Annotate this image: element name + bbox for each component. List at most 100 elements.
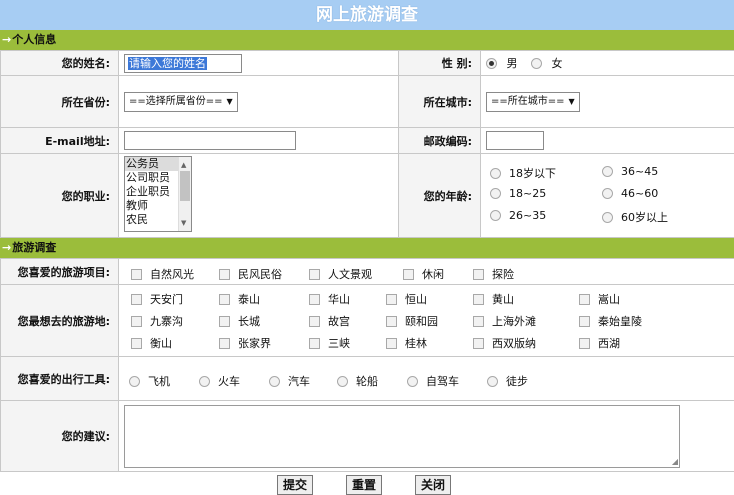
suggest-label: 您的建议: — [0, 400, 119, 472]
section-travel-label: 旅游调查 — [12, 241, 57, 254]
dest-option-label: 衡山 — [150, 336, 172, 350]
age-option-label: 18岁以下 — [509, 166, 556, 180]
scroll-down-icon[interactable]: ▼ — [181, 216, 186, 230]
dest-checkbox[interactable] — [219, 293, 230, 305]
gender-female-label: 女 — [551, 57, 563, 70]
dest-checkbox[interactable] — [131, 293, 142, 305]
province-select[interactable]: ==选择所属省份== ▼ — [124, 91, 238, 112]
transport-option-label: 火车 — [218, 374, 240, 388]
dest-option-label: 天安门 — [150, 292, 183, 306]
dest-checkbox[interactable] — [579, 293, 590, 305]
dest-checkbox[interactable] — [131, 315, 142, 327]
name-label: 您的姓名: — [0, 50, 119, 76]
email-label: E-mail地址: — [0, 127, 119, 154]
project-checkbox[interactable] — [131, 268, 142, 280]
age-radio[interactable] — [490, 167, 501, 179]
city-select[interactable]: ==所在城市== ▼ — [486, 91, 580, 112]
age-radio[interactable] — [490, 209, 501, 221]
dest-option-label: 颐和园 — [405, 314, 438, 328]
transport-label: 您喜爱的出行工具: — [0, 356, 119, 401]
project-label: 您喜爱的旅游项目: — [0, 258, 119, 285]
arrow-right-icon: → — [2, 241, 12, 254]
project-checkbox[interactable] — [473, 268, 484, 280]
dest-label: 您最想去的旅游地: — [0, 284, 119, 357]
gender-label: 性 别: — [398, 50, 481, 76]
dest-option-label: 三峡 — [328, 336, 350, 350]
dest-checkbox[interactable] — [309, 315, 320, 327]
dest-checkbox[interactable] — [309, 337, 320, 349]
dest-option-label: 长城 — [238, 314, 260, 328]
transport-radio[interactable] — [337, 375, 348, 387]
gender-female-radio[interactable] — [531, 58, 542, 69]
transport-option-label: 徒步 — [506, 374, 528, 388]
age-radio[interactable] — [602, 165, 613, 177]
zip-label: 邮政编码: — [398, 127, 481, 154]
project-checkbox[interactable] — [403, 268, 414, 280]
age-radio[interactable] — [602, 211, 613, 223]
dest-checkbox[interactable] — [473, 293, 484, 305]
suggestion-textarea[interactable]: ◢ — [124, 404, 680, 468]
dest-checkbox[interactable] — [579, 315, 590, 327]
name-input[interactable]: 请输入您的姓名 — [124, 53, 242, 73]
project-option-label: 休闲 — [422, 267, 444, 281]
dest-checkbox[interactable] — [386, 337, 397, 349]
reset-button[interactable]: 重置 — [346, 475, 382, 495]
transport-option-label: 汽车 — [288, 374, 310, 388]
project-options: 自然风光 民风民俗 人文景观 休闲 探险 — [124, 261, 734, 283]
transport-option-label: 轮船 — [356, 374, 378, 388]
dest-checkbox[interactable] — [579, 337, 590, 349]
dest-checkbox[interactable] — [219, 315, 230, 327]
transport-radio[interactable] — [269, 375, 280, 387]
dest-checkbox[interactable] — [386, 315, 397, 327]
personal-info-table: 您的姓名: 请输入您的姓名 性 别: 男 女 所在省份: ==选择所属省份== ▼… — [0, 50, 734, 238]
page-title-bar: 网上旅游调查 — [0, 0, 734, 30]
section-personal-label: 个人信息 — [12, 33, 57, 46]
email-input[interactable] — [124, 131, 296, 150]
dest-option-label: 恒山 — [405, 292, 427, 306]
close-button[interactable]: 关闭 — [415, 475, 451, 495]
resize-grip-icon[interactable]: ◢ — [672, 457, 678, 466]
project-option-label: 探险 — [492, 267, 514, 281]
dest-option-label: 上海外滩 — [492, 314, 536, 328]
gender-male-radio[interactable] — [486, 58, 497, 69]
project-checkbox[interactable] — [309, 268, 320, 280]
project-option-label: 民风民俗 — [238, 267, 282, 281]
transport-radio[interactable] — [407, 375, 418, 387]
dest-option-label: 西双版纳 — [492, 336, 536, 350]
dest-option-label: 黄山 — [492, 292, 514, 306]
age-radio[interactable] — [602, 187, 613, 199]
age-option-label: 46~60 — [621, 186, 659, 200]
dest-checkbox[interactable] — [473, 337, 484, 349]
dest-option-label: 张家界 — [238, 336, 271, 350]
age-label: 您的年龄: — [398, 153, 481, 238]
age-option-label: 18~25 — [509, 186, 547, 200]
name-input-value: 请输入您的姓名 — [128, 56, 207, 70]
transport-option-label: 飞机 — [148, 374, 170, 388]
transport-radio[interactable] — [129, 375, 140, 387]
age-option-label: 26~35 — [509, 208, 547, 222]
job-listbox[interactable]: 公务员 公司职员 企业职员 教师 农民 ▲ ▼ — [124, 156, 192, 232]
dest-checkbox[interactable] — [309, 293, 320, 305]
project-option-label: 自然风光 — [150, 267, 194, 281]
transport-radio[interactable] — [487, 375, 498, 387]
gender-male-label: 男 — [506, 57, 518, 70]
submit-button[interactable]: 提交 — [277, 475, 313, 495]
dest-checkbox[interactable] — [131, 337, 142, 349]
scrollbar-thumb[interactable] — [180, 171, 190, 201]
province-label: 所在省份: — [0, 75, 119, 128]
project-checkbox[interactable] — [219, 268, 230, 280]
age-option-label: 60岁以上 — [621, 210, 668, 224]
province-select-value: ==选择所属省份== — [129, 95, 223, 107]
dest-checkbox[interactable] — [219, 337, 230, 349]
zip-input[interactable] — [486, 131, 544, 150]
dest-option-label: 桂林 — [405, 336, 427, 350]
dest-checkbox[interactable] — [473, 315, 484, 327]
transport-radio[interactable] — [199, 375, 210, 387]
age-radio[interactable] — [490, 187, 501, 199]
caret-down-icon: ▼ — [568, 96, 575, 106]
job-listbox-scrollbar[interactable]: ▲ ▼ — [178, 157, 191, 231]
age-option-label: 36~45 — [621, 164, 659, 178]
scroll-up-icon[interactable]: ▲ — [181, 158, 186, 172]
dest-checkbox[interactable] — [386, 293, 397, 305]
arrow-right-icon: → — [2, 33, 12, 46]
